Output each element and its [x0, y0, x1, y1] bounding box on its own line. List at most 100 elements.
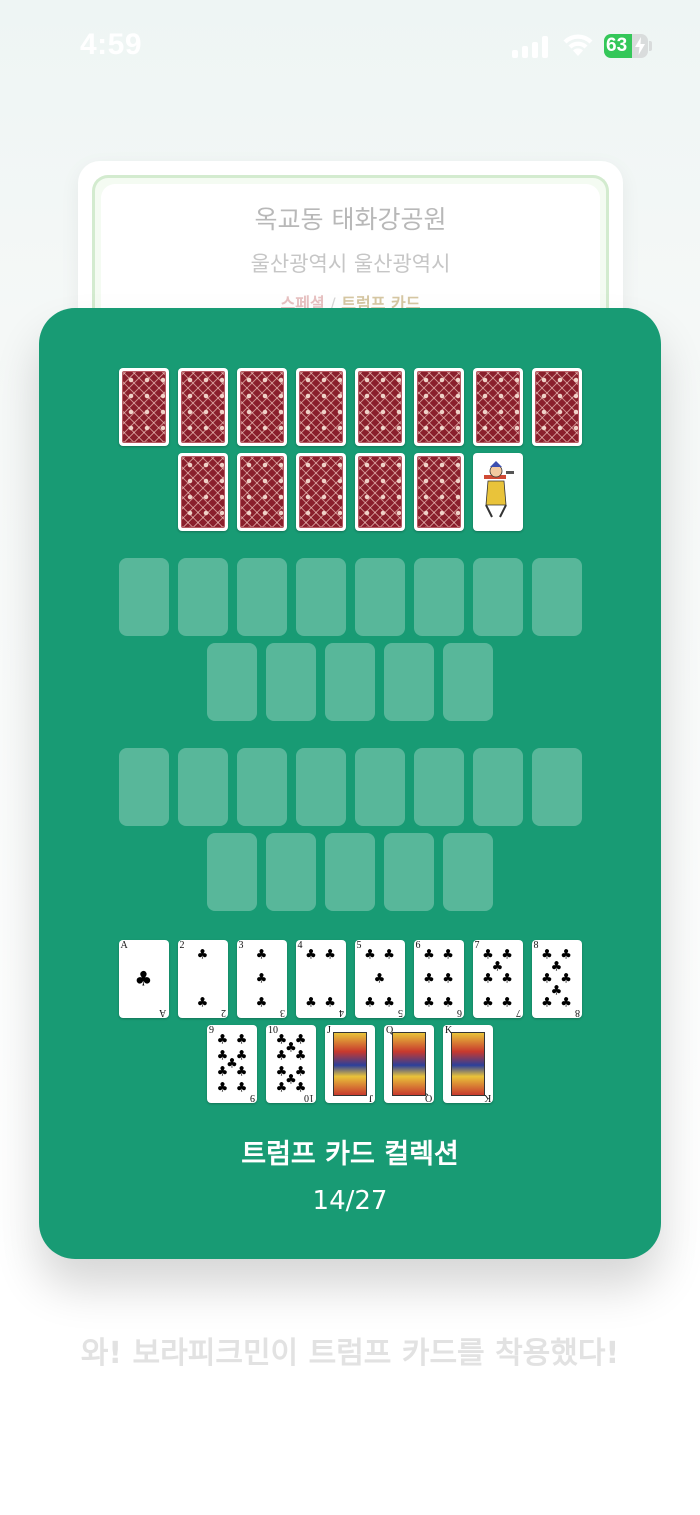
card-back[interactable] [118, 368, 169, 446]
club-suit-icon: ♣ [442, 995, 454, 1011]
face-card-portrait [451, 1032, 485, 1096]
pip-card[interactable]: 5 5 ♣ ♣ ♣ ♣ ♣ [354, 940, 405, 1018]
pip-card[interactable]: 6 6 ♣ ♣ ♣ ♣ ♣ ♣ [413, 940, 464, 1018]
decor-message: 와! 보라피크민이 트럼프 카드를 착용했다! [80, 1336, 620, 1371]
empty-card-slot [472, 558, 523, 636]
card-rank: 7 [474, 940, 480, 951]
empty-card-slot [236, 748, 287, 826]
face-card[interactable]: JJ [325, 1025, 375, 1103]
club-suit-icon: ♣ [442, 971, 454, 987]
club-suit-icon: ♣ [134, 966, 153, 991]
card-back-pattern [475, 371, 520, 443]
card-pips: ♣ ♣ ♣ ♣ ♣ ♣ ♣ [482, 949, 514, 1011]
empty-card-slot [413, 558, 464, 636]
pip-card[interactable]: 8 8 ♣ ♣ ♣ ♣ ♣ ♣ ♣ ♣ [531, 940, 582, 1018]
battery-cap [649, 41, 652, 51]
joker-card[interactable] [472, 453, 523, 531]
empty-card-slot [295, 748, 346, 826]
pip-card[interactable]: 7 7 ♣ ♣ ♣ ♣ ♣ ♣ ♣ [472, 940, 523, 1018]
empty-card-slot [295, 558, 346, 636]
club-suit-icon: ♣ [364, 995, 376, 1011]
pip-card[interactable]: 10 10 ♣ ♣ ♣ ♣ ♣ ♣ ♣ ♣ ♣ ♣ [266, 1025, 316, 1103]
club-suit-icon: ♣ [235, 1032, 248, 1048]
club-suit-icon: ♣ [442, 947, 454, 963]
face-card-portrait [392, 1032, 426, 1096]
card-back-pattern [239, 456, 284, 528]
club-suit-icon: ♣ [255, 947, 268, 963]
empty-card-slot [531, 558, 582, 636]
card-pips: ♣ ♣ ♣ ♣ ♣ ♣ ♣ ♣ [541, 949, 573, 1011]
empty-card-slot [177, 748, 228, 826]
card-row [118, 558, 582, 636]
club-suit-icon: ♣ [501, 971, 513, 987]
card-rank-inverted: 7 [515, 1007, 521, 1018]
card-row: A A ♣ 2 2 ♣ ♣ 3 3 ♣ ♣ ♣ 4 4 ♣ ♣ ♣ ♣ 5 5 ♣ ♣ ♣ ♣ ♣ 6 6 ♣ ♣ ♣ ♣ ♣ ♣ 7 7 ♣ ♣ ♣ ♣ ♣… [118, 940, 582, 1018]
card-back[interactable] [472, 368, 523, 446]
club-suit-icon: ♣ [294, 1048, 307, 1064]
club-suit-icon: ♣ [383, 995, 395, 1011]
empty-card-slot [118, 748, 169, 826]
card-rank-inverted: 6 [456, 1007, 462, 1018]
club-suit-icon: ♣ [255, 971, 268, 987]
signal-icon [512, 36, 548, 58]
card-row [177, 453, 523, 531]
club-suit-icon: ♣ [216, 1032, 229, 1048]
club-suit-icon: ♣ [235, 1080, 248, 1096]
pip-card[interactable]: 3 3 ♣ ♣ ♣ [236, 940, 287, 1018]
club-suit-icon: ♣ [324, 947, 336, 963]
card-back[interactable] [177, 453, 228, 531]
club-suit-icon: ♣ [255, 995, 268, 1011]
card-rank-inverted: 4 [338, 1007, 344, 1018]
club-suit-icon: ♣ [216, 1064, 229, 1080]
club-suit-icon: ♣ [216, 1080, 229, 1096]
club-suit-icon: ♣ [196, 995, 209, 1011]
empty-card-slot [266, 643, 316, 721]
card-back[interactable] [531, 368, 582, 446]
card-back-pattern [357, 456, 402, 528]
card-back-pattern [298, 456, 343, 528]
empty-card-slot [443, 643, 493, 721]
card-back[interactable] [177, 368, 228, 446]
card-back[interactable] [354, 453, 405, 531]
card-pips: ♣ ♣ ♣ [246, 947, 278, 1011]
club-suit-icon: ♣ [501, 995, 513, 1011]
club-suit-icon: ♣ [324, 995, 336, 1011]
card-back-pattern [416, 371, 461, 443]
card-back-pattern [416, 456, 461, 528]
pip-card[interactable]: 2 2 ♣ ♣ [177, 940, 228, 1018]
collection-card[interactable]: 트럼프 카드 컬렉션 14/27 A A ♣ 2 2 ♣ ♣ 3 3 ♣ ♣ ♣ 4 4 ♣ ♣ ♣ ♣ 5 5 ♣ ♣ ♣… [39, 308, 661, 1259]
card-pips: ♣ ♣ ♣ ♣ ♣ ♣ ♣ ♣ ♣ ♣ [275, 1034, 307, 1095]
face-card[interactable]: KK [443, 1025, 493, 1103]
card-back[interactable] [295, 453, 346, 531]
card-back[interactable] [413, 453, 464, 531]
card-back[interactable] [236, 368, 287, 446]
empty-card-slot [177, 558, 228, 636]
club-suit-icon: ♣ [275, 1048, 288, 1064]
pip-card[interactable]: 4 4 ♣ ♣ ♣ ♣ [295, 940, 346, 1018]
card-pips: ♣ ♣ ♣ ♣ ♣ ♣ ♣ ♣ ♣ [216, 1032, 248, 1096]
empty-card-slot [354, 558, 405, 636]
card-back[interactable] [295, 368, 346, 446]
card-pips: ♣ ♣ ♣ ♣ ♣ [364, 949, 396, 1011]
card-back[interactable] [413, 368, 464, 446]
face-card[interactable]: QQ [384, 1025, 434, 1103]
card-rank-inverted: 5 [397, 1007, 403, 1018]
pip-card[interactable]: A A ♣ [118, 940, 169, 1018]
pip-card[interactable]: 9 9 ♣ ♣ ♣ ♣ ♣ ♣ ♣ ♣ ♣ [207, 1025, 257, 1103]
card-back-pattern [239, 371, 284, 443]
card-back[interactable] [236, 453, 287, 531]
card-rank: 2 [179, 940, 185, 951]
empty-card-slot [354, 748, 405, 826]
club-suit-icon: ♣ [423, 947, 435, 963]
card-back[interactable] [354, 368, 405, 446]
card-row: 9 9 ♣ ♣ ♣ ♣ ♣ ♣ ♣ ♣ ♣ 10 10 ♣ ♣ ♣ ♣ ♣ ♣ ♣ ♣ ♣ ♣ J J Q Q K K [207, 1025, 493, 1103]
club-suit-icon: ♣ [373, 971, 386, 987]
club-suit-icon: ♣ [541, 995, 553, 1011]
card-back-pattern [121, 371, 166, 443]
card-back-pattern [180, 456, 225, 528]
empty-card-slot [118, 558, 169, 636]
club-suit-icon: ♣ [305, 947, 317, 963]
location-region: 울산광역시 울산광역시 [250, 252, 451, 276]
empty-card-slot [207, 643, 257, 721]
collection-title: 트럼프 카드 컬렉션 [241, 1139, 459, 1170]
